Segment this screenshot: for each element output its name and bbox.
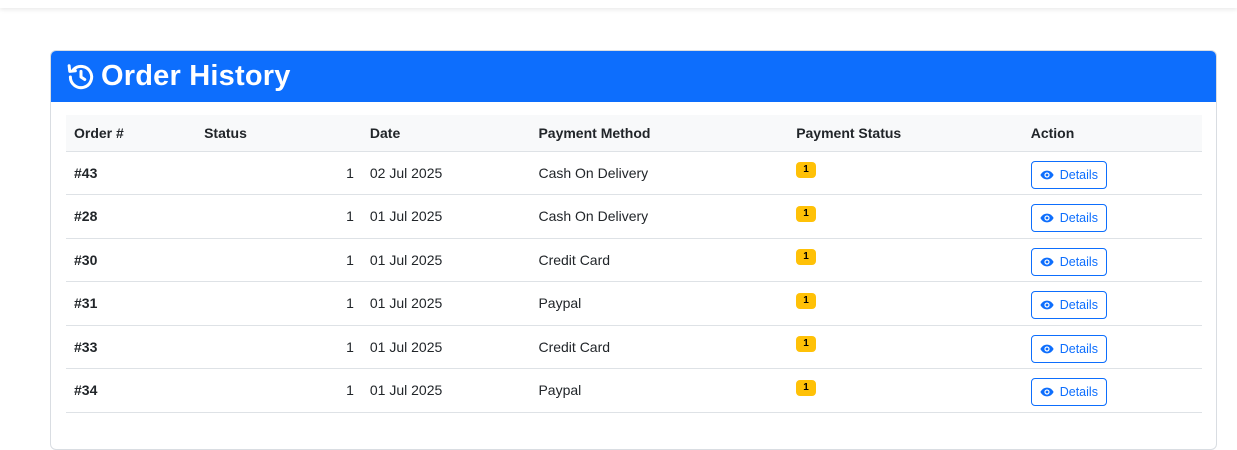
action-cell: Details [1022,325,1202,369]
payment-method: Paypal [530,281,789,326]
column-header-action: Action [1022,115,1202,152]
details-button[interactable]: Details [1030,334,1107,363]
eye-icon [1040,385,1054,399]
table-header-row: Order # Status Date Payment Method Payme… [66,115,1202,152]
order-date: 01 Jul 2025 [361,238,531,282]
orders-table-wrapper: Order # Status Date Payment Method Payme… [66,115,1202,413]
details-label: Details [1059,341,1098,356]
table-row: #31 1 01 Jul 2025 Paypal 1 Details [66,281,1202,326]
details-label: Details [1059,254,1098,269]
table-row: #34 1 01 Jul 2025 Paypal 1 Details [66,368,1202,413]
action-cell: Details [1022,368,1202,413]
eye-icon [1040,255,1054,269]
payment-status-badge: 1 [796,379,816,396]
order-number: #43 [66,151,197,195]
eye-icon [1040,298,1054,312]
action-cell: Details [1022,281,1202,326]
payment-status-badge: 1 [796,249,816,266]
top-navbar [0,0,1237,8]
action-cell: Details [1022,238,1202,282]
table-row: #30 1 01 Jul 2025 Credit Card 1 Details [66,238,1202,282]
history-icon [65,61,97,93]
order-status: 1 [196,151,362,195]
table-row: #43 1 02 Jul 2025 Cash On Delivery 1 Det… [66,151,1202,195]
order-date: 02 Jul 2025 [361,151,531,195]
order-number: #30 [66,238,197,282]
payment-status-badge: 1 [796,205,816,222]
column-header-payment-status: Payment Status [788,115,1023,152]
order-date: 01 Jul 2025 [361,194,531,239]
column-header-payment-method: Payment Method [530,115,789,152]
order-date: 01 Jul 2025 [361,281,531,326]
order-status: 1 [196,325,362,369]
order-number: #28 [66,194,197,239]
payment-status-cell: 1 [788,281,1023,326]
card-header: Order History [51,51,1216,102]
details-button[interactable]: Details [1030,160,1107,189]
orders-table: Order # Status Date Payment Method Payme… [66,115,1202,413]
details-label: Details [1059,385,1098,400]
payment-status-cell: 1 [788,194,1023,239]
eye-icon [1040,342,1054,356]
details-button[interactable]: Details [1030,204,1107,233]
order-number: #33 [66,325,197,369]
payment-status-cell: 1 [788,238,1023,282]
order-status: 1 [196,194,362,239]
payment-method: Paypal [530,368,789,413]
order-date: 01 Jul 2025 [361,325,531,369]
details-label: Details [1059,167,1098,182]
details-button[interactable]: Details [1030,378,1107,407]
details-label: Details [1059,211,1098,226]
eye-icon [1040,211,1054,225]
payment-status-badge: 1 [796,292,816,309]
table-row: #33 1 01 Jul 2025 Credit Card 1 Details [66,325,1202,369]
details-label: Details [1059,298,1098,313]
eye-icon [1040,168,1054,182]
payment-status-badge: 1 [796,162,816,179]
page-title: Order History [101,60,291,92]
details-button[interactable]: Details [1030,247,1107,276]
payment-method: Cash On Delivery [530,194,789,239]
order-number: #34 [66,368,197,413]
order-status: 1 [196,238,362,282]
order-status: 1 [196,281,362,326]
payment-method: Credit Card [530,325,789,369]
details-button[interactable]: Details [1030,291,1107,320]
column-header-date: Date [361,115,531,152]
payment-status-cell: 1 [788,368,1023,413]
action-cell: Details [1022,194,1202,239]
payment-method: Credit Card [530,238,789,282]
order-date: 01 Jul 2025 [361,368,531,413]
action-cell: Details [1022,151,1202,195]
payment-method: Cash On Delivery [530,151,789,195]
table-row: #28 1 01 Jul 2025 Cash On Delivery 1 Det… [66,194,1202,239]
payment-status-cell: 1 [788,151,1023,195]
column-header-order: Order # [66,115,197,152]
order-status: 1 [196,368,362,413]
payment-status-badge: 1 [796,336,816,353]
order-number: #31 [66,281,197,326]
order-history-card: Order History Order # Status Date Paymen… [50,50,1217,450]
column-header-status: Status [196,115,362,152]
payment-status-cell: 1 [788,325,1023,369]
